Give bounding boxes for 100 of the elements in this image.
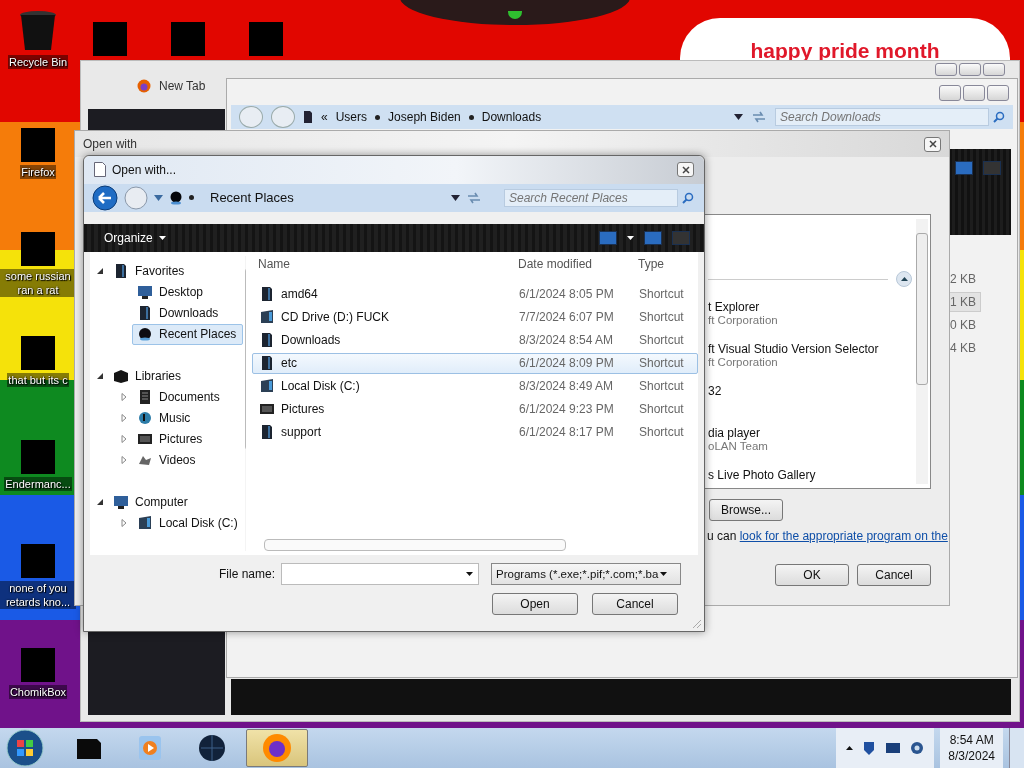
- separator-dot-icon: [468, 114, 474, 120]
- ok-button[interactable]: OK: [775, 564, 849, 586]
- navigation-item[interactable]: Favorites: [108, 260, 243, 282]
- shield-icon[interactable]: [862, 740, 877, 756]
- program-publisher: ft Corporation: [708, 356, 779, 369]
- navigation-item[interactable]: Recent Places: [132, 323, 243, 345]
- caret-up-icon[interactable]: [846, 746, 854, 750]
- program-name[interactable]: t Explorer: [708, 301, 902, 314]
- recycle-bin-icon[interactable]: [19, 10, 57, 52]
- close-button[interactable]: [924, 136, 941, 152]
- folder-icon: [259, 286, 275, 303]
- program-name[interactable]: s Live Photo Gallery: [708, 469, 902, 482]
- show-desktop-button[interactable]: [1009, 728, 1024, 768]
- file-name-field[interactable]: [281, 562, 480, 585]
- refresh-icon[interactable]: [466, 191, 482, 204]
- file-row[interactable]: Downloads 8/3/2024 8:54 AM Shortcut: [252, 329, 698, 351]
- desktop-icon-label[interactable]: some russian ran a rat: [0, 269, 76, 297]
- desktop-icon-label[interactable]: none of you retards kno...: [0, 581, 76, 609]
- refresh-icon[interactable]: [751, 111, 767, 123]
- current-location[interactable]: Recent Places: [210, 190, 294, 206]
- maximize-button[interactable]: [959, 63, 981, 76]
- open-button[interactable]: Open: [492, 592, 578, 615]
- caret-icon[interactable]: [627, 235, 634, 240]
- search-field[interactable]: Search Recent Places: [504, 188, 678, 207]
- breadcrumb-item[interactable]: Joseph Biden: [388, 110, 461, 124]
- file-row[interactable]: etc 6/1/2024 8:09 PM Shortcut: [252, 352, 698, 374]
- desktop-icon-label[interactable]: Firefox: [20, 165, 56, 179]
- minimize-button[interactable]: [939, 85, 961, 101]
- navigation-item[interactable]: Pictures: [132, 428, 243, 450]
- navigation-item[interactable]: Videos: [132, 449, 243, 471]
- program-name[interactable]: ft Visual Studio Version Selector: [708, 343, 902, 356]
- view-icon[interactable]: [599, 230, 617, 245]
- browse-button[interactable]: Browse...: [709, 499, 783, 521]
- collapse-button[interactable]: [896, 271, 912, 287]
- date-modified: 6/1/2024 8:05 PM: [519, 287, 615, 302]
- maximize-button[interactable]: [963, 85, 985, 101]
- cancel-button[interactable]: Cancel: [857, 564, 931, 586]
- expand-arrow-icon[interactable]: [96, 267, 104, 276]
- column-header[interactable]: Type: [638, 256, 698, 271]
- search-icon: [682, 191, 694, 204]
- expand-arrow-icon[interactable]: [96, 498, 104, 507]
- desktop-icon-label[interactable]: that but its c: [7, 373, 69, 387]
- clock-date: 8/3/2024: [948, 748, 995, 764]
- back-button[interactable]: [92, 184, 118, 211]
- speaker-icon[interactable]: [910, 740, 925, 756]
- file-size: 4 KB: [949, 340, 977, 357]
- column-header[interactable]: Name: [252, 256, 518, 271]
- breadcrumb-item[interactable]: Users: [335, 110, 368, 124]
- navigation-item[interactable]: Music: [132, 407, 243, 429]
- navigation-item[interactable]: Downloads: [132, 302, 243, 324]
- start-button[interactable]: [6, 729, 44, 767]
- folder-icon: [303, 110, 313, 124]
- close-button[interactable]: [677, 162, 694, 178]
- organize-menu[interactable]: Organize: [100, 228, 170, 247]
- file-name: amd64: [281, 287, 318, 302]
- navigation-item[interactable]: Local Disk (C:): [132, 512, 243, 534]
- desktop-icon-label[interactable]: Endermanc...: [4, 477, 72, 491]
- resize-grip-icon[interactable]: [692, 619, 702, 629]
- browser-tab[interactable]: New Tab: [137, 79, 206, 93]
- file-type-dropdown[interactable]: Programs (*.exe;*.pif;*.com;*.ba: [491, 562, 682, 585]
- dropdown-arrow-icon[interactable]: [734, 114, 743, 120]
- breadcrumb-item[interactable]: Downloads: [481, 110, 542, 124]
- firefox-icon: [137, 79, 151, 93]
- clock[interactable]: 8:54 AM 8/3/2024: [940, 728, 1003, 768]
- forward-button[interactable]: [124, 185, 148, 210]
- navigation-item[interactable]: Desktop: [132, 281, 243, 303]
- date-modified: 8/3/2024 8:54 AM: [519, 333, 615, 348]
- file-row[interactable]: Pictures 6/1/2024 9:23 PM Shortcut: [252, 398, 698, 420]
- desktop-icon-label[interactable]: ChomikBox: [8, 685, 68, 699]
- view-icon[interactable]: [955, 161, 973, 175]
- program-name[interactable]: dia player: [708, 427, 902, 440]
- minimize-button[interactable]: [935, 63, 957, 76]
- scrollbar[interactable]: [916, 219, 928, 484]
- expand-arrow-icon[interactable]: [96, 372, 104, 381]
- navigation-item[interactable]: Documents: [132, 386, 243, 408]
- breadcrumb-chevron[interactable]: «: [321, 110, 328, 124]
- web-search-link[interactable]: look for the appropriate program on the: [739, 529, 948, 543]
- file-row[interactable]: Local Disk (C:) 8/3/2024 8:49 AM Shortcut: [252, 375, 698, 397]
- file-row[interactable]: CD Drive (D:) FUCK 7/7/2024 6:07 PM Shortcut: [252, 306, 698, 328]
- file-row[interactable]: support 6/1/2024 8:17 PM Shortcut: [252, 421, 698, 443]
- folder-icon: [113, 263, 129, 280]
- file-size: 0 KB: [949, 317, 977, 334]
- file-name: support: [281, 425, 322, 440]
- file-type: Shortcut: [639, 402, 685, 417]
- column-header[interactable]: Date modified: [518, 256, 638, 271]
- dropdown-arrow-icon[interactable]: [451, 194, 460, 201]
- network-icon[interactable]: [885, 742, 902, 754]
- program-name[interactable]: 32: [708, 385, 902, 398]
- preview-pane-icon[interactable]: [644, 230, 662, 245]
- drive-icon: [259, 309, 275, 326]
- forward-button[interactable]: [271, 106, 295, 128]
- cancel-button[interactable]: Cancel: [592, 592, 678, 615]
- window-title: Open with...: [112, 162, 177, 177]
- desktop-icon-label[interactable]: Recycle Bin: [7, 55, 69, 69]
- navigation-item[interactable]: Computer: [108, 491, 243, 513]
- file-row[interactable]: amd64 6/1/2024 8:05 PM Shortcut: [252, 283, 698, 305]
- document-icon: [137, 389, 153, 406]
- close-icon: [928, 140, 937, 148]
- search-field[interactable]: Search Downloads: [775, 108, 989, 126]
- navigation-item[interactable]: Libraries: [108, 365, 243, 387]
